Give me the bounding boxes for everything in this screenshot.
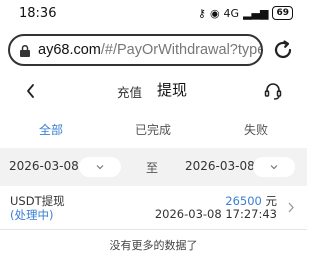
no-more-data-text: 没有更多的数据了 [109,239,198,252]
record-status: (处理中) [10,208,54,222]
start-date[interactable]: 2026-03-08 [9,159,79,173]
record-time: 2026-03-08 17:27:43 [154,207,277,221]
eye-icon: ◉ [209,6,220,20]
url-domain: ay68.com [38,42,101,58]
support-icon[interactable] [263,81,283,101]
end-date-dropdown[interactable] [253,157,295,177]
signal-icon: ▂▄▆ [243,6,269,20]
url-text[interactable]: ay68.com/#/PayOrWithdrawal?type [38,42,263,58]
date-separator: 至 [146,161,159,175]
filter-tab-all[interactable]: 全部 [39,121,63,138]
battery-level: 69 [272,6,293,20]
back-icon[interactable] [24,82,38,100]
start-date-dropdown[interactable] [79,157,121,177]
tab-deposit[interactable]: 充值 [117,82,142,101]
network-label: 4G [223,6,240,20]
record-amount: 26500 [225,194,262,208]
chevron-right-icon [288,202,294,213]
filter-tab-failed[interactable]: 失败 [244,121,268,138]
filter-tabs: 全部 已完成 失败 [0,110,307,148]
status-bar: 18:36 ⚷ ◉ 4G ▂▄▆ 69 [0,0,307,30]
reload-icon[interactable] [271,38,295,62]
chevron-down-icon [96,165,104,170]
end-date[interactable]: 2026-03-08 [185,159,255,173]
app-header: 充值 提现 [0,72,307,110]
status-icons: ⚷ ◉ 4G ▂▄▆ 69 [198,6,293,20]
record-unit: 元 [265,194,278,208]
chevron-down-icon [270,165,278,170]
list-item[interactable]: USDT提现 (处理中) 26500 元 2026-03-08 17:27:43 [0,186,307,230]
tab-withdraw[interactable]: 提现 [157,79,187,100]
date-range-bar: 2026-03-08 至 2026-03-08 [0,148,307,186]
key-icon: ⚷ [197,6,206,20]
filter-tab-completed[interactable]: 已完成 [135,121,171,138]
status-time: 18:36 [19,6,57,21]
url-path: /#/PayOrWithdrawal?type [100,42,263,58]
address-bar[interactable]: ay68.com/#/PayOrWithdrawal?type [8,34,263,66]
lock-icon [20,45,30,57]
browser-toolbar: ay68.com/#/PayOrWithdrawal?type [0,30,307,72]
